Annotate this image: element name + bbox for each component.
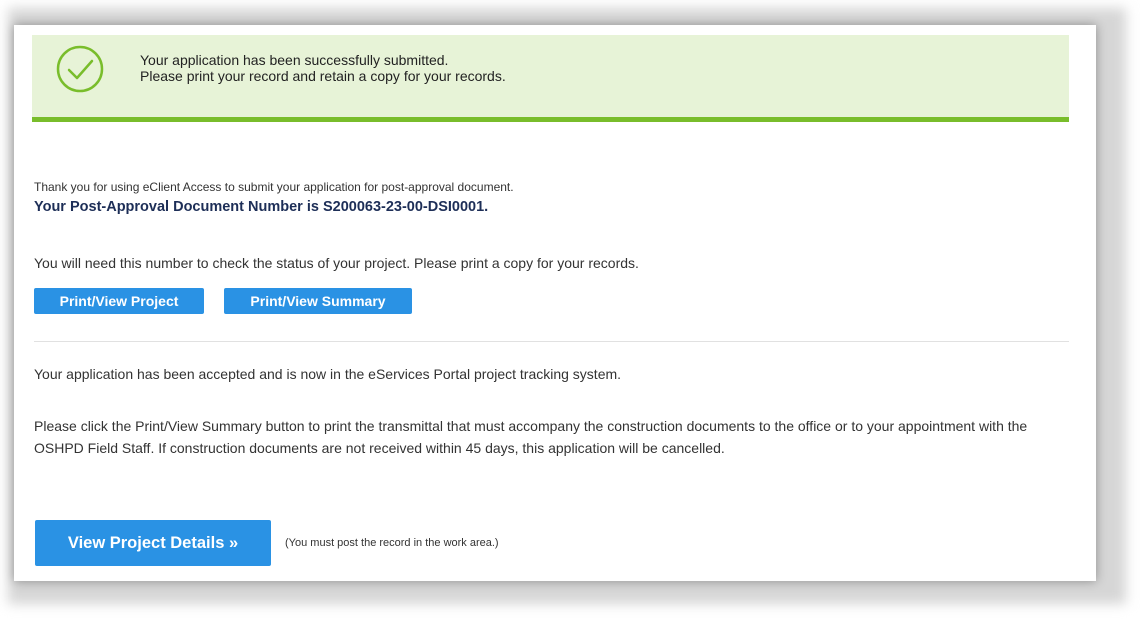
document-number: Your Post-Approval Document Number is S2… [34, 199, 489, 215]
instructions-text: Please click the Print/View Summary butt… [34, 418, 1028, 456]
divider [34, 341, 1069, 342]
confirmation-panel: Your application has been successfully s… [14, 25, 1096, 581]
success-message-line1: Your application has been successfully s… [140, 52, 449, 68]
print-view-project-button[interactable]: Print/View Project [34, 288, 204, 314]
post-record-note: (You must post the record in the work ar… [285, 537, 499, 549]
check-circle-icon [56, 45, 104, 93]
accepted-text: Your application has been accepted and i… [34, 366, 622, 382]
view-project-details-button[interactable]: View Project Details » [35, 520, 271, 566]
print-view-summary-button[interactable]: Print/View Summary [224, 288, 412, 314]
success-banner: Your application has been successfully s… [32, 35, 1069, 122]
success-message-line2: Please print your record and retain a co… [140, 68, 506, 84]
success-message: Your application has been successfully s… [140, 52, 506, 84]
status-hint-text: You will need this number to check the s… [34, 255, 639, 271]
thank-you-text: Thank you for using eClient Access to su… [34, 180, 514, 194]
